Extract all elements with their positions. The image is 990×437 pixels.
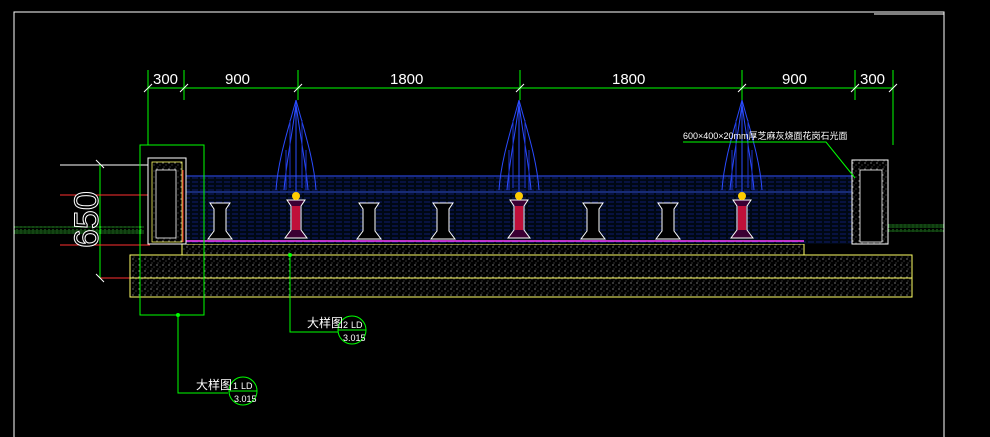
dim-label-3: 1800 bbox=[390, 71, 423, 88]
vertical-dim-label: 650 bbox=[68, 191, 106, 248]
material-leader bbox=[683, 141, 856, 179]
dim-label-1: 300 bbox=[153, 71, 178, 88]
callout-1-code: LD bbox=[241, 381, 253, 391]
left-wall bbox=[147, 157, 187, 245]
callout-2-code: LD bbox=[351, 320, 363, 330]
dim-label-6: 300 bbox=[860, 71, 885, 88]
callout-1-label: 大样图 bbox=[196, 377, 232, 392]
callout-1-sheet: 3.015 bbox=[234, 394, 257, 404]
callout-1-number: 1 bbox=[233, 381, 238, 391]
foundation-slab bbox=[129, 254, 913, 298]
pool-floor bbox=[181, 243, 805, 256]
ground-right bbox=[888, 224, 944, 232]
material-note: 600×400×20mm厚芝麻灰烧面花岗石光面 bbox=[683, 130, 848, 141]
dim-label-5: 900 bbox=[782, 71, 807, 88]
right-wall bbox=[851, 159, 889, 245]
fountain-section-elevation: 300 900 1800 1800 900 300 650 600×400×20… bbox=[13, 11, 945, 437]
dim-label-2: 900 bbox=[225, 71, 250, 88]
cad-drawing: 300 900 1800 1800 900 300 650 600×400×20… bbox=[0, 0, 990, 437]
callout-2-number: 2 bbox=[343, 320, 348, 330]
callout-2-label: 大样图 bbox=[307, 315, 343, 330]
dim-label-4: 1800 bbox=[612, 71, 645, 88]
callout-2-sheet: 3.015 bbox=[343, 333, 366, 343]
